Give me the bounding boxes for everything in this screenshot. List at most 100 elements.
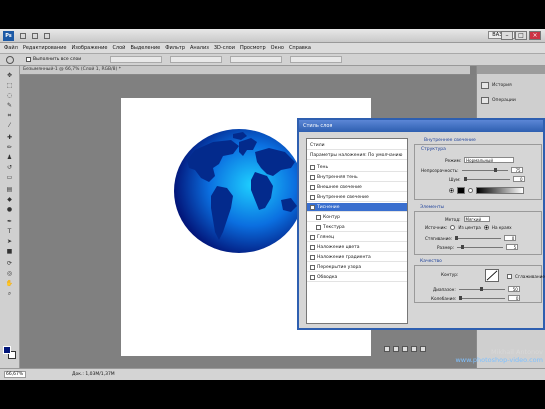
brush-tool-icon[interactable]: ✏: [5, 144, 14, 151]
menu-select[interactable]: Выделение: [130, 45, 160, 51]
jitter-slider[interactable]: [459, 295, 506, 300]
marquee-tool-icon[interactable]: ⬚: [5, 82, 14, 89]
style-checkbox[interactable]: [316, 214, 321, 220]
zoom-field[interactable]: 66,67%: [4, 371, 26, 378]
size-slider[interactable]: [457, 244, 504, 249]
style-checkbox[interactable]: [310, 164, 315, 170]
menu-file[interactable]: Файл: [4, 45, 18, 51]
bridge-icon[interactable]: [20, 33, 26, 39]
gradient-tool-icon[interactable]: ▤: [5, 186, 14, 193]
minimize-button[interactable]: –: [501, 31, 513, 40]
healing-tool-icon[interactable]: ✚: [5, 134, 14, 141]
style-item-blending[interactable]: Параметры наложения: По умолчанию: [307, 151, 407, 160]
doc-info[interactable]: Док.: 1,03М/1,37М: [72, 372, 115, 377]
style-item-styles[interactable]: Стили: [307, 141, 407, 150]
choke-slider-thumb[interactable]: [455, 235, 459, 240]
method-select[interactable]: Мягкий: [463, 216, 490, 222]
edge-radio[interactable]: [483, 225, 489, 230]
style-item-drop-shadow[interactable]: Тень: [307, 163, 407, 172]
3d-rotate-tool-icon[interactable]: ⟳: [5, 260, 14, 267]
noise-slider-thumb[interactable]: [463, 176, 467, 181]
menu-layer[interactable]: Слой: [112, 45, 125, 51]
style-item-satin[interactable]: Глянец: [307, 233, 407, 242]
gradient-radio[interactable]: [468, 188, 473, 193]
jitter-input[interactable]: 0: [508, 295, 521, 301]
lasso-tool-icon[interactable]: ◌: [5, 92, 14, 99]
opacity-slider-thumb[interactable]: [493, 167, 497, 172]
style-item-inner-glow[interactable]: Внутреннее свечение: [307, 193, 407, 202]
style-checkbox[interactable]: [310, 194, 315, 200]
layer-mask-icon[interactable]: [402, 346, 408, 352]
choke-slider[interactable]: [455, 235, 502, 240]
range-slider[interactable]: [458, 286, 505, 291]
center-radio[interactable]: [450, 225, 456, 230]
solid-color-radio[interactable]: [449, 188, 454, 193]
history-brush-tool-icon[interactable]: ↺: [5, 164, 14, 171]
style-item-inner-shadow[interactable]: Внутренняя тень: [307, 173, 407, 182]
maximize-button[interactable]: □: [515, 31, 527, 40]
contour-preview[interactable]: [485, 269, 499, 282]
style-checkbox[interactable]: [310, 184, 315, 190]
close-button[interactable]: ×: [529, 31, 541, 40]
layer-style-icon[interactable]: [393, 346, 399, 352]
adjustment-layer-icon[interactable]: [411, 346, 417, 352]
style-item-outer-glow[interactable]: Внешнее свечение: [307, 183, 407, 192]
menu-filter[interactable]: Фильтр: [165, 45, 185, 51]
style-checkbox[interactable]: [310, 274, 315, 280]
style-checkbox[interactable]: [310, 254, 315, 260]
actions-panel-tab[interactable]: Операции: [481, 94, 543, 106]
type-tool-icon[interactable]: T: [5, 228, 14, 235]
move-tool-icon[interactable]: ✥: [5, 72, 14, 79]
opacity-slider[interactable]: [461, 167, 508, 172]
mode-select[interactable]: Нормальный: [464, 157, 515, 163]
style-item-contour[interactable]: Контур: [307, 213, 407, 222]
view-extras-icon[interactable]: [32, 33, 38, 39]
style-item-color-overlay[interactable]: Наложение цвета: [307, 243, 407, 252]
antialias-checkbox[interactable]: [507, 274, 512, 279]
style-checkbox[interactable]: [310, 244, 315, 250]
size-input[interactable]: 5: [506, 244, 519, 250]
style-item-gradient-overlay[interactable]: Наложение градиента: [307, 253, 407, 262]
style-checkbox[interactable]: [310, 234, 315, 240]
style-item-pattern-overlay[interactable]: Перекрытие узора: [307, 263, 407, 272]
jitter-slider-thumb[interactable]: [459, 295, 463, 300]
menu-window[interactable]: Окно: [271, 45, 284, 51]
quick-select-tool-icon[interactable]: ✎: [5, 102, 14, 109]
tool-preset-icon[interactable]: [6, 56, 14, 64]
menu-edit[interactable]: Редактирование: [23, 45, 67, 51]
3d-camera-tool-icon[interactable]: ◎: [5, 270, 14, 277]
path-select-tool-icon[interactable]: ➤: [5, 238, 14, 245]
size-slider-thumb[interactable]: [461, 244, 465, 249]
opacity-input[interactable]: 75: [510, 167, 523, 173]
eyedropper-tool-icon[interactable]: ⁄: [5, 122, 14, 129]
zoom-level-icon[interactable]: [44, 33, 50, 39]
history-panel-tab[interactable]: История: [481, 79, 543, 91]
new-group-icon[interactable]: [420, 346, 426, 352]
document-tab[interactable]: Безымянный-1 @ 66,7% (Слой 1, RGB/8) *: [20, 66, 470, 75]
blur-tool-icon[interactable]: ◆: [5, 196, 14, 203]
option-field-4[interactable]: [290, 56, 342, 63]
choke-input[interactable]: 0: [504, 235, 517, 241]
shape-tool-icon[interactable]: ■: [5, 248, 14, 255]
link-layers-icon[interactable]: [384, 346, 390, 352]
style-checkbox[interactable]: [310, 174, 315, 180]
hand-tool-icon[interactable]: ✋: [5, 280, 14, 287]
pen-tool-icon[interactable]: ✒: [5, 218, 14, 225]
dodge-tool-icon[interactable]: ●: [5, 206, 14, 213]
menu-view[interactable]: Просмотр: [240, 45, 266, 51]
option-field-3[interactable]: [230, 56, 282, 63]
style-item-stroke[interactable]: Обводка: [307, 273, 407, 282]
crop-tool-icon[interactable]: ⌗: [5, 112, 14, 119]
stamp-tool-icon[interactable]: ♟: [5, 154, 14, 161]
style-item-texture[interactable]: Текстура: [307, 223, 407, 232]
dock-header[interactable]: [477, 66, 545, 74]
option-field-1[interactable]: [110, 56, 162, 63]
eraser-tool-icon[interactable]: ▭: [5, 174, 14, 181]
style-checkbox[interactable]: [310, 204, 315, 210]
menu-image[interactable]: Изображение: [71, 45, 107, 51]
dialog-title[interactable]: Стиль слоя: [299, 120, 543, 132]
checkbox-icon[interactable]: [26, 57, 31, 62]
style-checkbox[interactable]: [310, 264, 315, 270]
range-slider-thumb[interactable]: [480, 286, 484, 291]
range-input[interactable]: 50: [507, 286, 520, 292]
